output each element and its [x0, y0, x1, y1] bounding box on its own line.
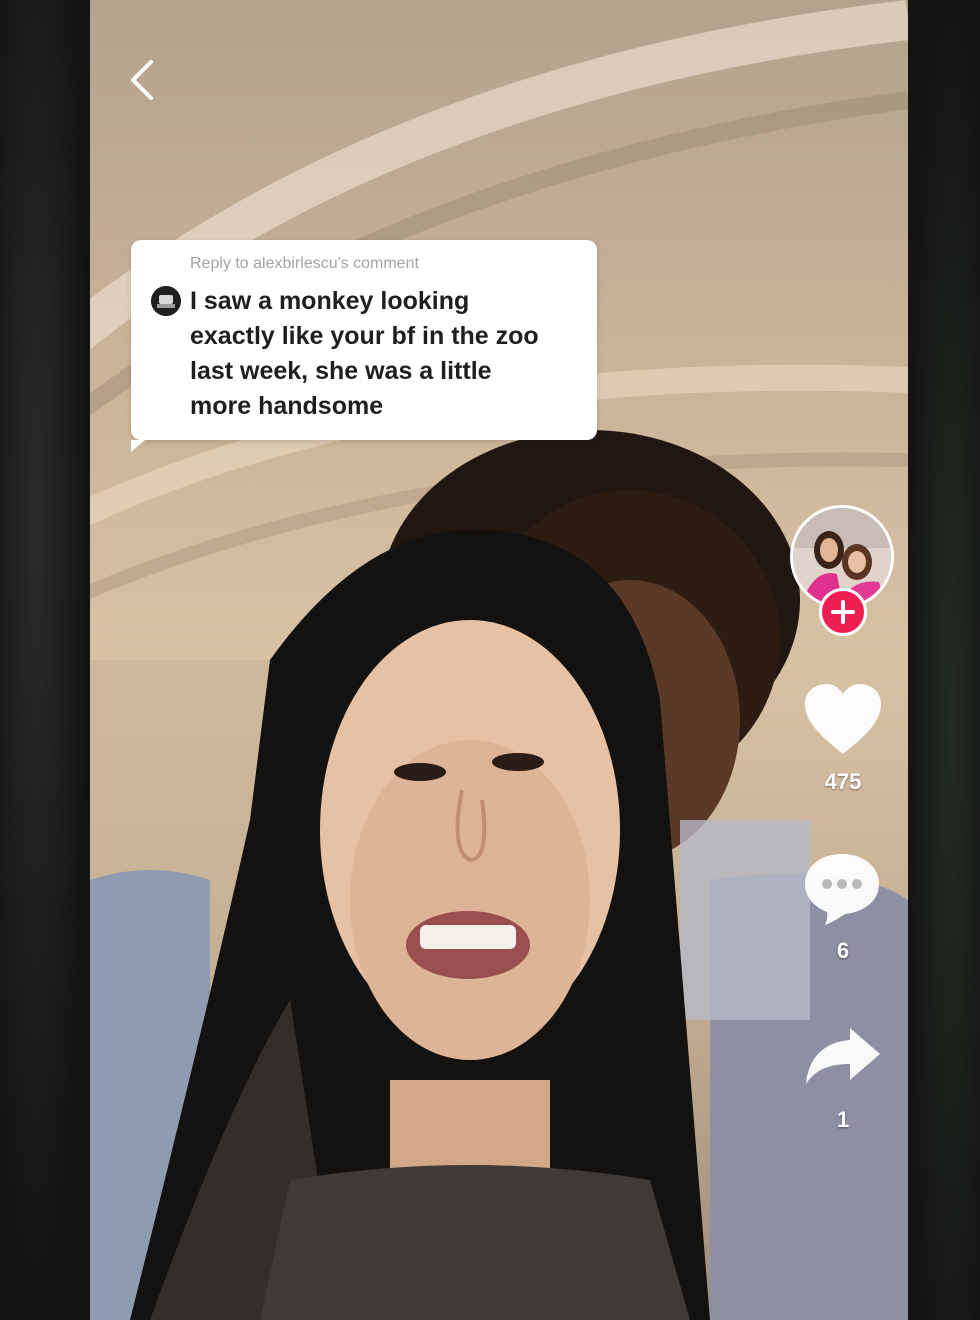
- follow-button[interactable]: [819, 588, 867, 636]
- reply-comment-text: I saw a monkey looking exactly like your…: [190, 287, 539, 420]
- reply-header: Reply to alexbirlescu's comment: [190, 255, 419, 272]
- blurred-side-left: [0, 0, 90, 1320]
- commenter-avatar-icon: [151, 286, 181, 316]
- heart-icon: [805, 684, 881, 754]
- comment-bubble-icon: [805, 854, 879, 925]
- video-frame: [90, 0, 908, 1320]
- comment-count: 6: [836, 938, 850, 963]
- share-arrow-icon: [806, 1028, 880, 1084]
- reply-comment-card: Reply to alexbirlescu's comment I saw a …: [131, 240, 597, 452]
- like-button[interactable]: [803, 684, 883, 756]
- app-screen: Reply to alexbirlescu's comment I saw a …: [0, 0, 980, 1320]
- plus-icon: [831, 600, 855, 624]
- share-count: 1: [836, 1107, 850, 1132]
- like-count: 475: [824, 769, 862, 794]
- share-button[interactable]: [804, 1026, 882, 1086]
- blurred-side-right: [908, 0, 980, 1320]
- commenter-avatar: [151, 286, 181, 316]
- chevron-left-icon: [131, 60, 153, 100]
- video-player[interactable]: [90, 0, 908, 1320]
- back-button[interactable]: [124, 54, 164, 106]
- comment-button[interactable]: [803, 852, 881, 926]
